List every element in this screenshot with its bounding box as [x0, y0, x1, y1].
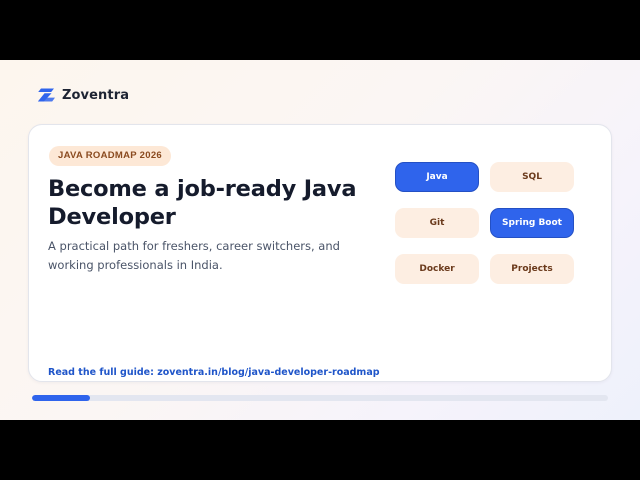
page-title: Become a job-ready Java Developer: [48, 176, 357, 230]
skill-pill-java[interactable]: Java: [395, 162, 479, 192]
zoventra-logo-icon: [38, 88, 55, 102]
progress-bar: [32, 395, 608, 401]
roadmap-card: JAVA ROADMAP 2026 Become a job-ready Jav…: [28, 124, 612, 382]
skill-pill-sql[interactable]: SQL: [490, 162, 574, 192]
slide: Zoventra JAVA ROADMAP 2026 Become a job-…: [0, 60, 640, 420]
skill-pill-spring-boot[interactable]: Spring Boot: [490, 208, 574, 238]
brand-header: Zoventra: [38, 86, 129, 104]
skill-pill-git[interactable]: Git: [395, 208, 479, 238]
roadmap-tag: JAVA ROADMAP 2026: [49, 146, 172, 166]
brand-name: Zoventra: [62, 87, 130, 103]
guide-link[interactable]: Read the full guide: zoventra.in/blog/ja…: [48, 367, 380, 378]
skill-pill-projects[interactable]: Projects: [490, 254, 574, 284]
skill-pill-docker[interactable]: Docker: [395, 254, 479, 284]
page-subtitle: A practical path for freshers, career sw…: [48, 239, 340, 272]
progress-fill: [32, 395, 90, 401]
